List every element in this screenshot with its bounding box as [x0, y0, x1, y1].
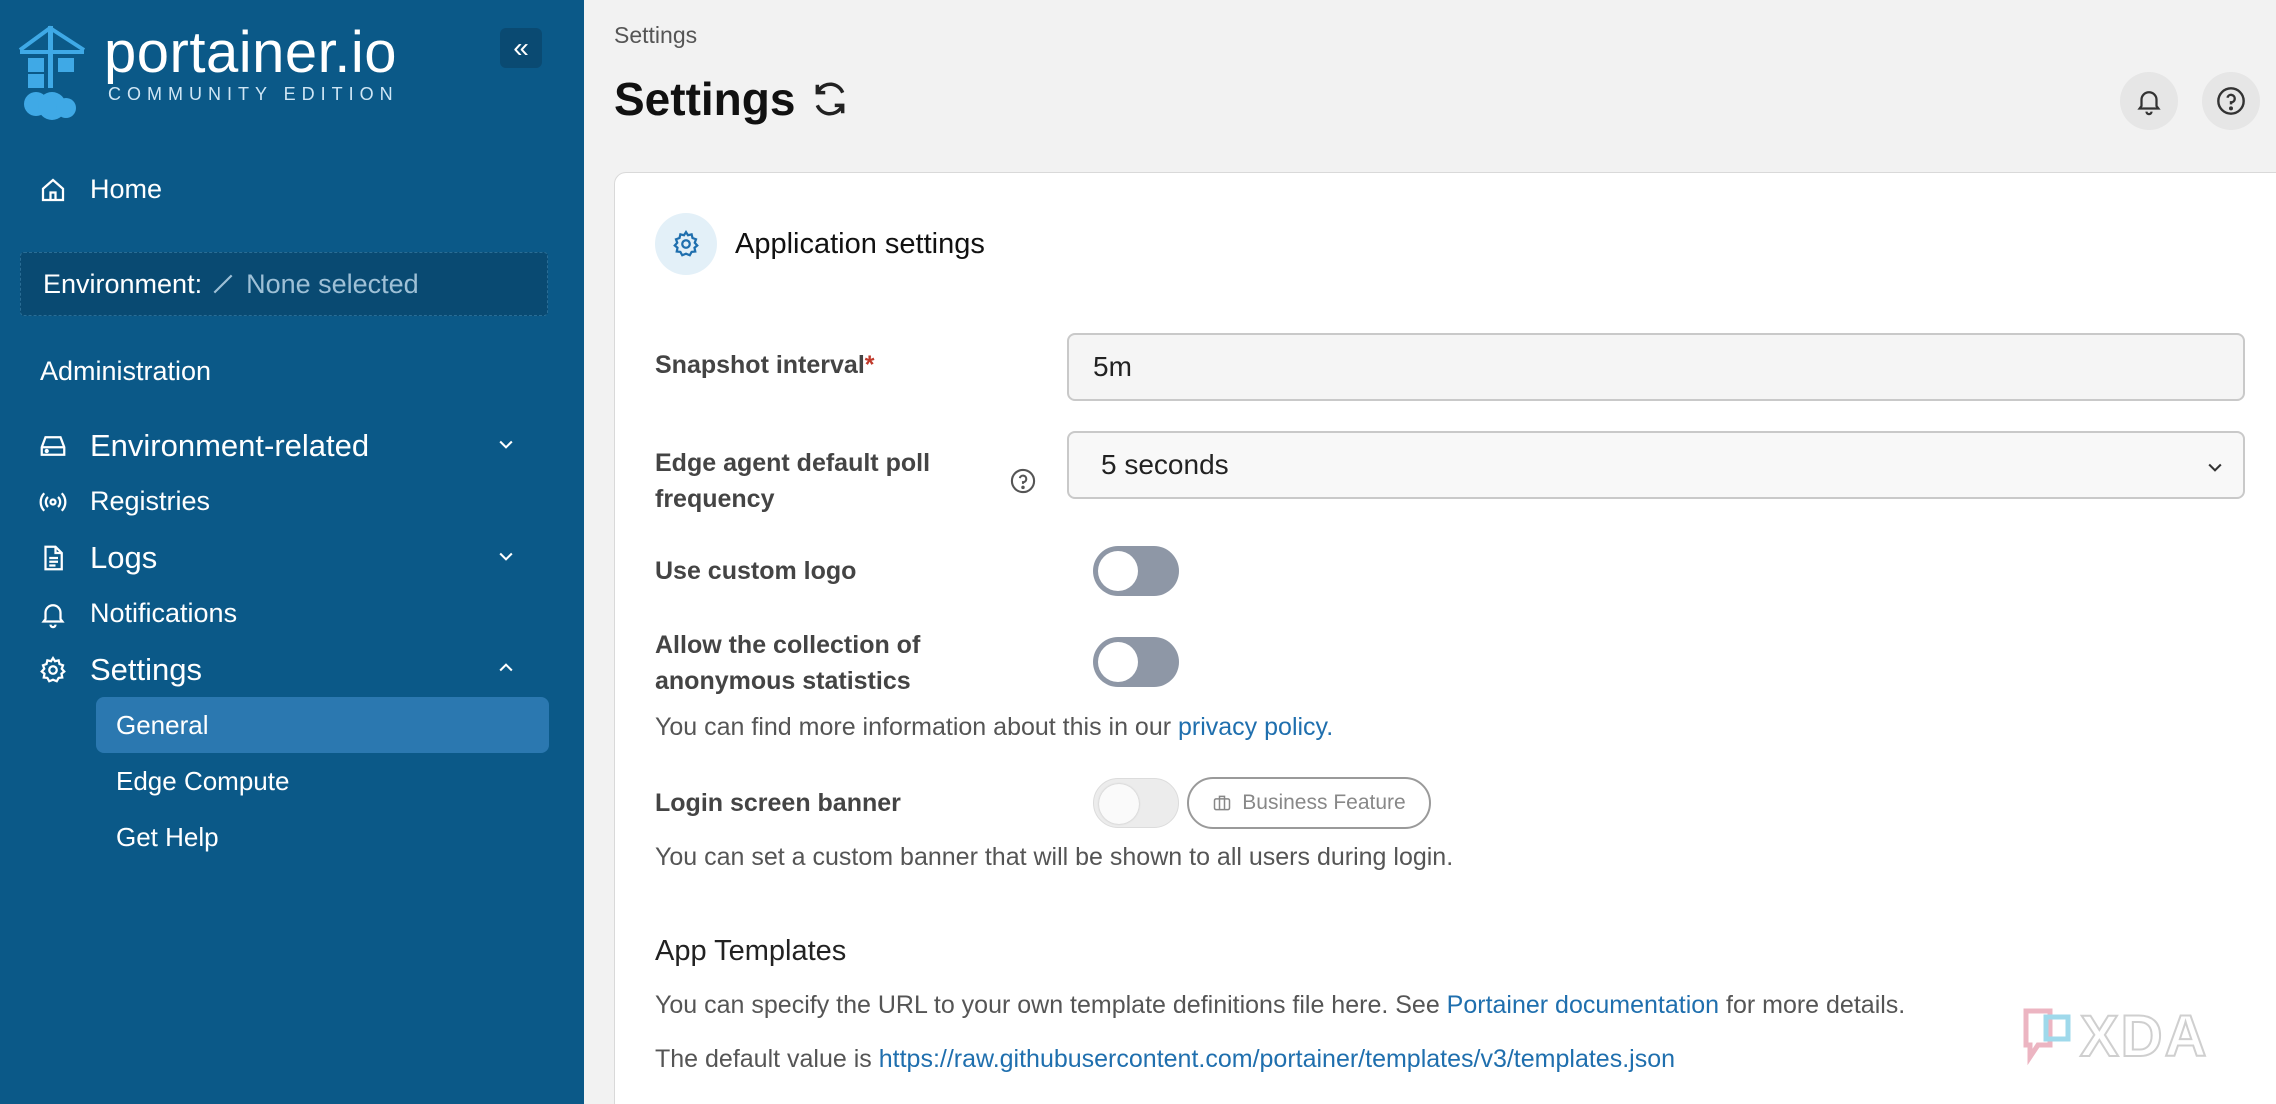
- snapshot-interval-value: 5m: [1093, 351, 1132, 382]
- card-title: Application settings: [735, 227, 985, 260]
- sidebar-item-environment-related[interactable]: Environment-related: [38, 428, 369, 464]
- chevron-up-icon[interactable]: [496, 658, 516, 678]
- brand-edition: COMMUNITY EDITION: [108, 84, 399, 104]
- sidebar-item-label: Settings: [90, 652, 203, 687]
- sidebar-item-settings[interactable]: Settings: [38, 652, 202, 688]
- app-templates-description: You can specify the URL to your own temp…: [655, 991, 1905, 1020]
- bell-icon: [2137, 91, 2161, 116]
- banner-help-text: You can set a custom banner that will be…: [655, 843, 1454, 871]
- gear-icon: [40, 656, 66, 683]
- sidebar-item-label: Registries: [90, 486, 211, 516]
- sidebar-subitem-label: Get Help: [116, 821, 219, 852]
- help-circle-icon: [2217, 87, 2245, 115]
- sidebar-subitem-label: Edge Compute: [116, 765, 290, 796]
- sidebar: portainer.io COMMUNITY EDITION « Home En…: [0, 0, 584, 1104]
- gear-icon: [673, 230, 699, 257]
- sidebar-subitem-edge-compute[interactable]: Edge Compute: [96, 753, 549, 809]
- file-text-icon: [44, 545, 63, 571]
- stats-label-line2: anonymous statistics: [655, 667, 911, 695]
- required-marker: *: [864, 351, 875, 379]
- custom-logo-toggle[interactable]: [1093, 546, 1179, 596]
- app-templates-title: App Templates: [655, 935, 847, 967]
- privacy-text: You can find more information about this…: [655, 713, 1178, 741]
- radio-icon: [39, 491, 67, 512]
- refresh-icon[interactable]: [811, 80, 849, 118]
- sidebar-subitem-get-help[interactable]: Get Help: [96, 809, 549, 865]
- privacy-help-text: You can find more information about this…: [655, 713, 1333, 742]
- login-banner-toggle: [1093, 778, 1179, 828]
- administration-heading: Administration: [40, 356, 212, 386]
- double-chevron-left-icon: «: [513, 32, 529, 63]
- snapshot-interval-input[interactable]: 5m: [1067, 333, 2245, 401]
- templates-desc-tail: for more details.: [1719, 991, 1906, 1019]
- sidebar-item-registries[interactable]: Registries: [38, 486, 210, 517]
- business-feature-text: Business Feature: [1242, 791, 1406, 814]
- sidebar-item-label: Logs: [90, 540, 158, 575]
- poll-label-line2: frequency: [655, 485, 775, 513]
- chevron-down-icon: [2208, 463, 2222, 472]
- breadcrumb[interactable]: Settings: [614, 22, 697, 49]
- main-content: Settings Settings Application settings S…: [584, 0, 2276, 1104]
- sidebar-item-notifications[interactable]: Notifications: [38, 598, 237, 629]
- briefcase-icon: [1214, 795, 1231, 811]
- templates-desc-text: You can specify the URL to your own temp…: [655, 991, 1447, 1019]
- hard-drive-icon: [40, 436, 66, 456]
- default-template-url-text: The default value is https://raw.githubu…: [655, 1045, 1675, 1074]
- sidebar-item-logs[interactable]: Logs: [38, 540, 157, 576]
- page-title-text: Settings: [614, 73, 796, 125]
- default-value-text: The default value is: [655, 1045, 879, 1073]
- portainer-logo[interactable]: portainer.io COMMUNITY EDITION: [18, 24, 399, 120]
- application-settings-card: Application settings Snapshot interval* …: [614, 172, 2276, 1104]
- sidebar-item-label: Home: [90, 174, 163, 204]
- xda-text: XDA: [2079, 1003, 2209, 1070]
- snapshot-interval-label: Snapshot interval*: [655, 347, 875, 383]
- slash-icon: [213, 274, 233, 294]
- bell-icon: [41, 603, 65, 628]
- sidebar-item-label: Environment-related: [90, 428, 370, 463]
- help-circle-icon[interactable]: [1009, 467, 1037, 495]
- environment-label: Environment:: [43, 268, 203, 299]
- poll-frequency-value: 5 seconds: [1101, 449, 1229, 480]
- custom-logo-label: Use custom logo: [655, 557, 857, 585]
- environment-value: None selected: [246, 268, 419, 299]
- privacy-policy-link[interactable]: privacy policy.: [1178, 713, 1333, 741]
- collapse-sidebar-button[interactable]: «: [500, 28, 542, 68]
- brand-name: portainer.io: [104, 20, 397, 85]
- sidebar-subitem-label: General: [116, 709, 209, 740]
- portainer-documentation-link[interactable]: Portainer documentation: [1447, 991, 1719, 1019]
- edge-poll-frequency-select[interactable]: 5 seconds: [1067, 431, 2245, 499]
- anonymous-statistics-label: Allow the collection of anonymous statis…: [655, 627, 920, 699]
- sidebar-subitem-general[interactable]: General: [96, 697, 549, 753]
- business-feature-badge[interactable]: Business Feature: [1187, 777, 1431, 829]
- sidebar-item-label: Notifications: [90, 598, 238, 628]
- login-banner-label: Login screen banner: [655, 789, 901, 817]
- help-button[interactable]: [2202, 72, 2260, 130]
- portainer-crane-icon: [18, 25, 86, 120]
- anonymous-statistics-toggle[interactable]: [1093, 637, 1179, 687]
- environment-selector[interactable]: Environment: None selected: [20, 252, 548, 316]
- chevron-down-icon[interactable]: [496, 434, 516, 454]
- card-header: Application settings: [655, 213, 985, 275]
- xda-logo-icon: [2023, 1008, 2071, 1065]
- home-icon: [41, 178, 65, 201]
- default-templates-link[interactable]: https://raw.githubusercontent.com/portai…: [879, 1045, 1675, 1073]
- xda-watermark: XDA: [2020, 1003, 2208, 1070]
- edge-poll-frequency-label: Edge agent default poll frequency: [655, 445, 930, 517]
- snapshot-interval-text: Snapshot interval: [655, 351, 865, 379]
- notifications-button[interactable]: [2120, 72, 2178, 130]
- chevron-down-icon[interactable]: [496, 546, 516, 566]
- stats-label-line1: Allow the collection of: [655, 631, 921, 659]
- poll-label-line1: Edge agent default poll: [655, 449, 931, 477]
- page-title: Settings: [614, 72, 849, 126]
- settings-badge: [655, 213, 717, 275]
- sidebar-item-home[interactable]: Home: [38, 174, 162, 205]
